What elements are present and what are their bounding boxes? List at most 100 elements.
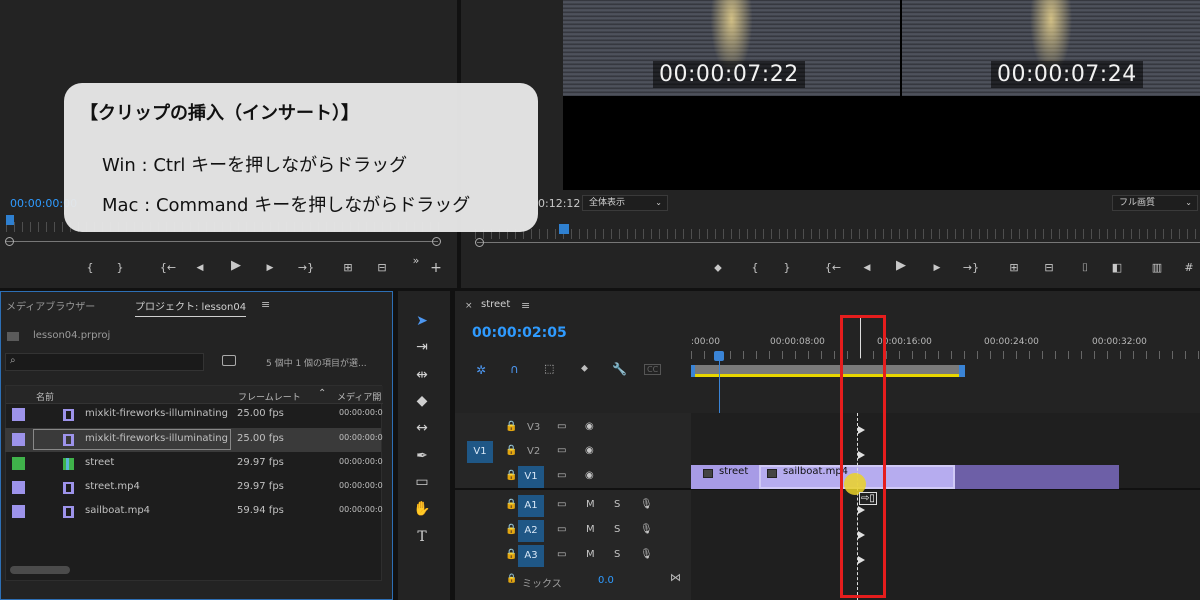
type-tool-icon[interactable]: T <box>412 527 432 547</box>
label-color-swatch[interactable] <box>12 457 25 470</box>
microphone-icon[interactable]: 🎙 <box>640 499 653 510</box>
selection-tool-icon[interactable]: ➤ <box>412 311 432 331</box>
tab-project[interactable]: プロジェクト: lesson04 <box>135 298 247 317</box>
go-to-out-button[interactable]: →} <box>961 262 981 274</box>
lock-icon[interactable]: 🔒 <box>505 445 517 456</box>
rectangle-tool-icon[interactable]: ▭ <box>412 472 432 492</box>
track-label[interactable]: V3 <box>527 422 540 433</box>
quality-dropdown[interactable]: フル画質 ⌄ <box>1112 195 1198 211</box>
export-frame-button[interactable]: ⌷ <box>1077 262 1093 274</box>
lock-icon[interactable]: 🔒 <box>505 524 517 535</box>
work-area-handle-right[interactable] <box>959 365 965 377</box>
snap-icon[interactable]: ∩ <box>510 362 519 376</box>
program-scrub-ruler[interactable] <box>475 229 1197 239</box>
nest-toggle-icon[interactable]: ✲ <box>476 363 486 377</box>
track-target-toggle[interactable]: A1 <box>518 495 544 517</box>
sync-lock-icon[interactable]: ▭ <box>557 524 566 535</box>
source-zoom-handle-right[interactable] <box>432 237 441 246</box>
column-media-start[interactable]: メディア開 <box>337 390 383 403</box>
step-back-button[interactable]: ◀ <box>859 262 875 274</box>
mix-value[interactable]: 0.0 <box>598 575 614 586</box>
razor-tool-icon[interactable]: ◆ <box>412 391 432 411</box>
add-marker-button[interactable]: ⬥ <box>710 262 726 274</box>
source-patch-toggle[interactable]: V1 <box>467 441 493 463</box>
timeline-menu-icon[interactable]: ≡ <box>521 299 530 312</box>
list-item[interactable]: mixkit-fireworks-illuminating 25.00 fps 00… <box>5 428 383 452</box>
comparison-view-button[interactable]: ◧ <box>1109 262 1125 274</box>
sync-lock-icon[interactable]: ▭ <box>557 421 566 432</box>
lock-icon[interactable]: 🔒 <box>505 499 517 510</box>
go-to-out-button[interactable]: →} <box>296 262 316 274</box>
new-bin-from-search-icon[interactable] <box>222 355 236 366</box>
close-icon[interactable]: × <box>465 301 473 311</box>
work-area-handle-left[interactable] <box>691 365 695 377</box>
source-playhead[interactable] <box>6 215 14 225</box>
add-button[interactable]: + <box>428 261 444 275</box>
mark-out-button[interactable]: } <box>779 262 795 274</box>
step-back-button[interactable]: ◀ <box>192 262 208 274</box>
captions-icon[interactable]: CC <box>644 364 662 375</box>
tab-media-browser[interactable]: メディアブラウザー <box>6 298 95 313</box>
microphone-icon[interactable]: 🎙 <box>640 524 653 535</box>
insert-button[interactable]: ⊞ <box>340 262 356 274</box>
list-item[interactable]: street 29.97 fps 00:00:00:00 <box>5 452 383 476</box>
label-color-swatch[interactable] <box>12 505 25 518</box>
pen-tool-icon[interactable]: ✒ <box>412 446 432 466</box>
track-target-toggle[interactable]: V1 <box>518 466 544 488</box>
eye-icon[interactable]: ◉ <box>585 470 594 481</box>
step-forward-button[interactable]: ▶ <box>262 262 278 274</box>
trim-monitor-button[interactable]: ▥ <box>1149 262 1165 274</box>
add-marker-icon[interactable]: ⬥ <box>581 363 588 374</box>
mark-in-button[interactable]: { <box>82 262 98 274</box>
sort-ascending-icon[interactable]: ⌃ <box>318 388 326 399</box>
eye-icon[interactable]: ◉ <box>585 421 594 432</box>
solo-button[interactable]: S <box>614 499 620 510</box>
play-button[interactable]: ▶ <box>228 259 244 272</box>
linked-selection-icon[interactable]: ⬚ <box>544 362 554 375</box>
lock-icon[interactable]: 🔒 <box>505 421 517 432</box>
overwrite-button[interactable]: ⊟ <box>374 262 390 274</box>
program-zoom-handle-left[interactable] <box>475 238 484 247</box>
panel-menu-icon[interactable]: ≡ <box>261 298 270 311</box>
label-color-swatch[interactable] <box>12 433 25 446</box>
timeline-timecode[interactable]: 00:00:02:05 <box>472 325 567 341</box>
column-frame-rate[interactable]: フレームレート <box>238 390 301 403</box>
go-to-end-icon[interactable]: ⋈ <box>670 571 681 584</box>
label-color-swatch[interactable] <box>12 481 25 494</box>
mute-button[interactable]: M <box>586 549 595 560</box>
track-label[interactable]: V2 <box>527 446 540 457</box>
track-target-toggle[interactable]: A2 <box>518 520 544 542</box>
label-color-swatch[interactable] <box>12 408 25 421</box>
list-item[interactable]: mixkit-fireworks-illuminating 25.00 fps 00… <box>5 403 383 427</box>
clip-sailboat[interactable]: sailboat.mp4 <box>759 465 1119 489</box>
lock-icon[interactable]: 🔒 <box>505 470 517 481</box>
track-select-tool-icon[interactable]: ⇥ <box>412 337 432 357</box>
hand-tool-icon[interactable]: ✋ <box>412 499 432 519</box>
mark-out-button[interactable]: } <box>112 262 128 274</box>
track-target-toggle[interactable]: A3 <box>518 545 544 567</box>
go-to-in-button[interactable]: {← <box>823 262 843 274</box>
microphone-icon[interactable]: 🎙 <box>640 549 653 560</box>
solo-button[interactable]: S <box>614 524 620 535</box>
ripple-edit-tool-icon[interactable]: ⇹ <box>412 365 432 385</box>
list-item[interactable]: street.mp4 29.97 fps 00:00:00:00 <box>5 476 383 500</box>
sync-lock-icon[interactable]: ▭ <box>557 470 566 481</box>
wrench-icon[interactable]: 🔧 <box>612 362 627 376</box>
mute-button[interactable]: M <box>586 524 595 535</box>
mute-button[interactable]: M <box>586 499 595 510</box>
lock-icon[interactable]: 🔒 <box>505 549 517 560</box>
mix-lock-icon[interactable]: 🔒 <box>506 574 517 584</box>
lift-button[interactable]: ⊞ <box>1006 262 1022 274</box>
sequence-tab[interactable]: street <box>481 299 510 310</box>
extract-button[interactable]: ⊟ <box>1041 262 1057 274</box>
slip-tool-icon[interactable]: ↔ <box>412 418 432 438</box>
sync-lock-icon[interactable]: ▭ <box>557 499 566 510</box>
step-forward-button[interactable]: ▶ <box>929 262 945 274</box>
program-timecode[interactable]: 0:12:12 <box>538 197 580 210</box>
list-item[interactable]: sailboat.mp4 59.94 fps 00:00:00:00 <box>5 500 383 524</box>
sync-lock-icon[interactable]: ▭ <box>557 549 566 560</box>
program-zoom-bar[interactable] <box>477 242 1200 243</box>
eye-icon[interactable]: ◉ <box>585 445 594 456</box>
solo-button[interactable]: S <box>614 549 620 560</box>
clip-street[interactable]: street <box>691 465 759 489</box>
